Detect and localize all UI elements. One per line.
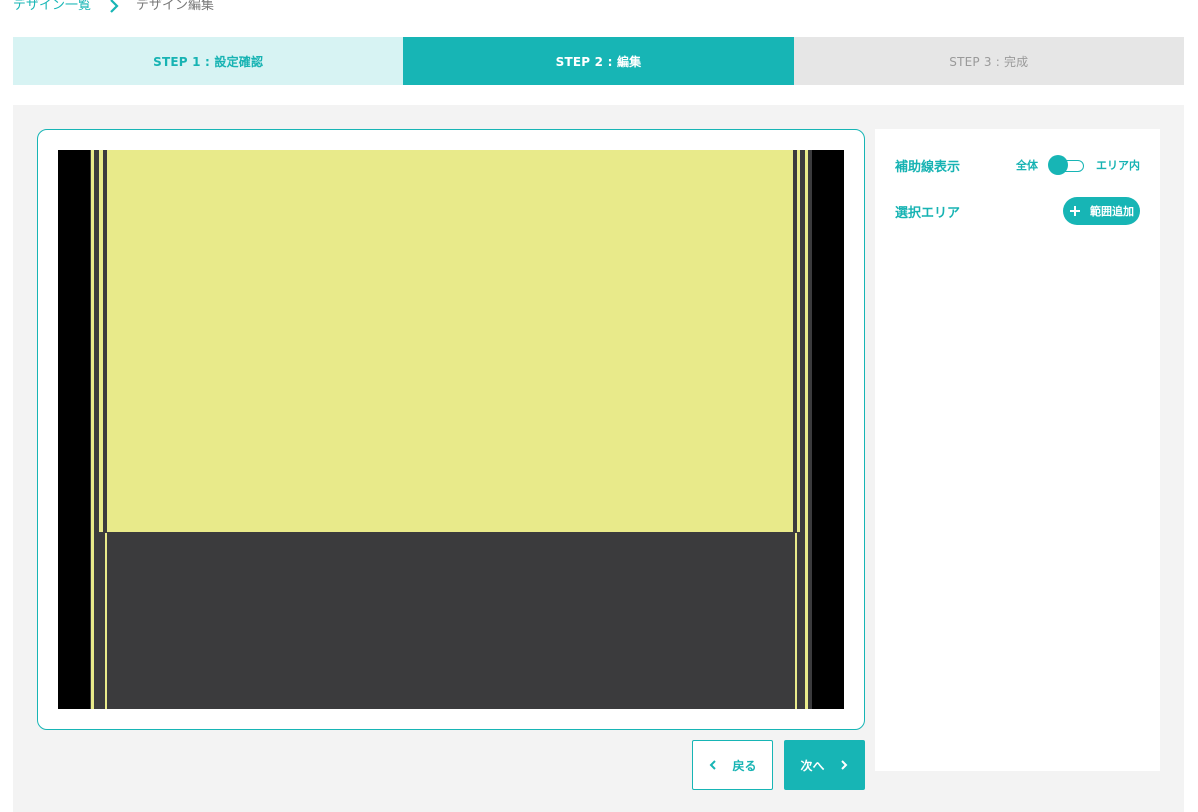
guide-display-toggle[interactable] bbox=[1048, 155, 1084, 175]
guide-option-all[interactable]: 全体 bbox=[1016, 157, 1038, 173]
side-panel: 補助線表示 全体 エリア内 選択エリア 範囲追加 bbox=[875, 129, 1160, 771]
step-2: STEP 2 : 編集 bbox=[403, 37, 794, 85]
plus-icon bbox=[1070, 206, 1080, 216]
guide-line-right-lower bbox=[795, 533, 797, 709]
step-progress: STEP 1 : 設定確認 STEP 2 : 編集 STEP 3 : 完成 bbox=[13, 37, 1184, 85]
selected-area-row: 選択エリア 範囲追加 bbox=[895, 197, 1140, 225]
toggle-knob bbox=[1048, 155, 1068, 175]
selected-area-label: 選択エリア bbox=[895, 205, 961, 221]
design-canvas-frame bbox=[37, 129, 865, 730]
canvas-yellow-area bbox=[107, 150, 793, 532]
chevron-right-icon bbox=[105, 0, 123, 15]
guide-display-row: 補助線表示 全体 エリア内 bbox=[895, 155, 1140, 175]
guide-line-left-outer bbox=[91, 150, 94, 709]
breadcrumb: デザイン一覧 デザイン編集 bbox=[13, 0, 214, 16]
back-button[interactable]: 戻る bbox=[692, 740, 773, 790]
design-canvas[interactable] bbox=[58, 150, 844, 709]
back-button-label: 戻る bbox=[732, 758, 757, 773]
chevron-left-icon bbox=[710, 760, 717, 770]
add-area-button[interactable]: 範囲追加 bbox=[1063, 197, 1140, 225]
guide-line-right-outer bbox=[805, 150, 808, 709]
add-area-label: 範囲追加 bbox=[1090, 205, 1134, 218]
chevron-right-icon bbox=[840, 760, 847, 770]
guide-display-label: 補助線表示 bbox=[895, 159, 961, 175]
next-button[interactable]: 次へ bbox=[784, 740, 865, 790]
guide-line-left-lower bbox=[105, 533, 107, 709]
breadcrumb-current: デザイン編集 bbox=[136, 0, 215, 13]
guide-display-toggle-group: 全体 エリア内 bbox=[1016, 155, 1140, 175]
step-3: STEP 3 : 完成 bbox=[793, 37, 1184, 85]
breadcrumb-link-design-list[interactable]: デザイン一覧 bbox=[13, 0, 91, 16]
next-button-label: 次へ bbox=[800, 758, 825, 773]
guide-line-left-inner bbox=[99, 150, 103, 532]
guide-option-area[interactable]: エリア内 bbox=[1096, 157, 1140, 173]
step-1: STEP 1 : 設定確認 bbox=[13, 37, 404, 85]
guide-line-right-inner bbox=[797, 150, 800, 532]
